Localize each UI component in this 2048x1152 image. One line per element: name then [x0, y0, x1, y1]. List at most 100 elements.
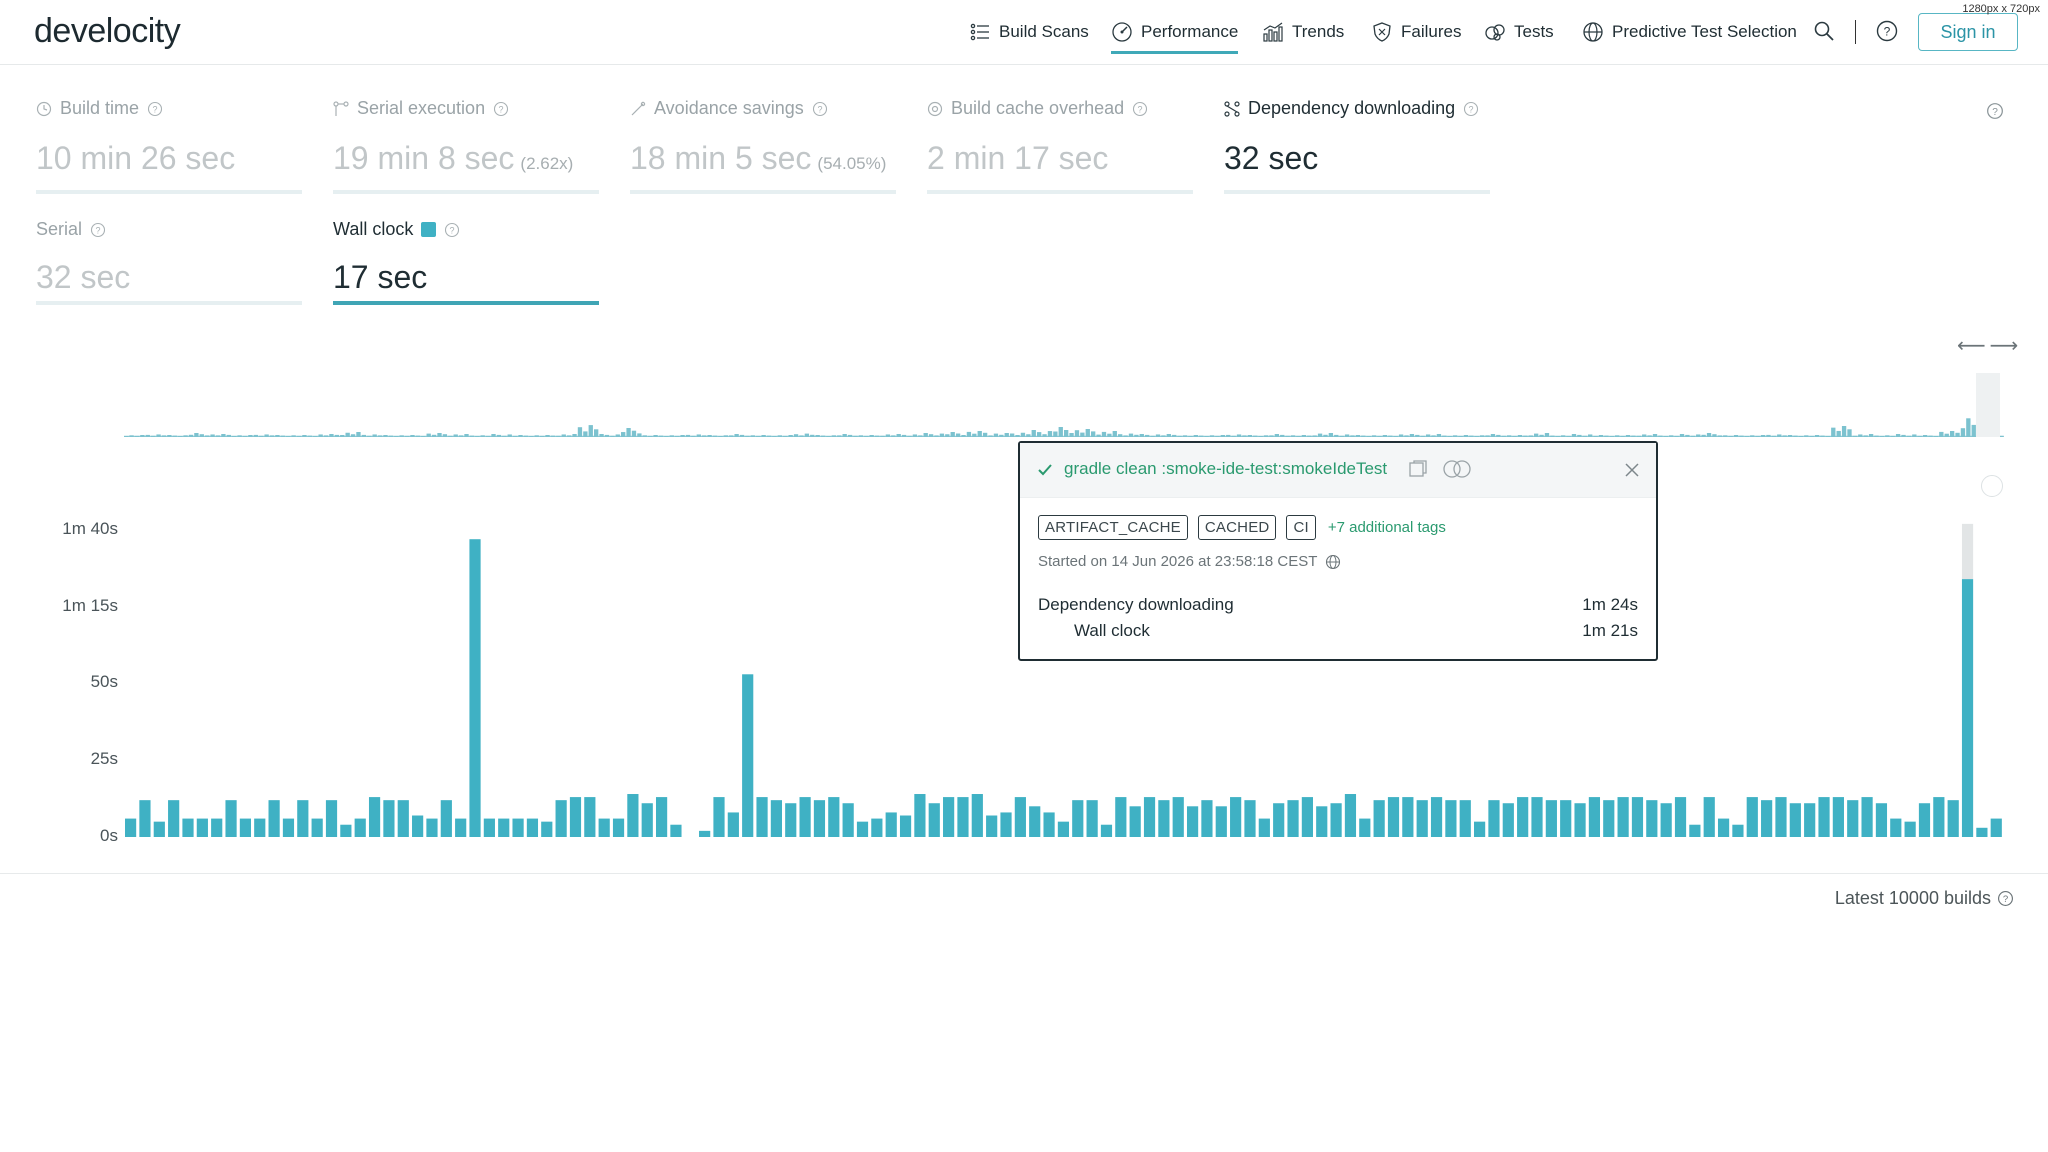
- chart-bar[interactable]: [1316, 806, 1328, 837]
- nav-failures[interactable]: Failures: [1371, 0, 1461, 64]
- chart-bar[interactable]: [799, 797, 811, 837]
- chart-bar[interactable]: [1804, 803, 1816, 837]
- chart-bar[interactable]: [1961, 579, 1974, 837]
- chart-bar[interactable]: [1775, 797, 1787, 837]
- chart-bar[interactable]: [368, 797, 381, 837]
- chart-bar[interactable]: [1717, 818, 1730, 837]
- chart-bar[interactable]: [957, 797, 969, 837]
- chart-bar[interactable]: [1301, 797, 1313, 837]
- chart-bar[interactable]: [1143, 797, 1156, 837]
- chart-bar[interactable]: [627, 794, 639, 837]
- sparkline-selection-window[interactable]: [1976, 373, 2000, 437]
- chart-bar[interactable]: [1933, 797, 1945, 837]
- chart-bar[interactable]: [139, 800, 151, 837]
- chart-bar[interactable]: [125, 818, 137, 837]
- help-icon[interactable]: ?: [1997, 890, 2014, 907]
- chart-bar[interactable]: [1258, 818, 1270, 837]
- nav-trends[interactable]: Trends: [1262, 0, 1344, 64]
- chart-bar[interactable]: [1904, 821, 1916, 837]
- nav-build-scans[interactable]: Build Scans: [969, 0, 1089, 64]
- nav-performance[interactable]: Performance: [1111, 0, 1239, 64]
- chart-bar[interactable]: [813, 800, 826, 837]
- help-icon[interactable]: ?: [812, 101, 828, 117]
- chart-bar[interactable]: [1287, 800, 1299, 837]
- search-icon[interactable]: [1813, 20, 1835, 42]
- metric-avoidance-savings[interactable]: Avoidance savings ? 18 min 5 sec (54.05%): [630, 98, 896, 194]
- chart-bar[interactable]: [1387, 797, 1400, 837]
- chart-bar[interactable]: [268, 800, 280, 837]
- chart-bar[interactable]: [713, 797, 725, 837]
- metric-serial[interactable]: Serial ? 32 sec: [36, 219, 302, 305]
- chart-bar[interactable]: [168, 800, 180, 837]
- tag-badge[interactable]: CI: [1286, 515, 1316, 540]
- chart-bar[interactable]: [426, 818, 438, 837]
- chart-bar[interactable]: [770, 800, 782, 837]
- tag-badge[interactable]: ARTIFACT_CACHE: [1038, 515, 1188, 540]
- metric-build-cache-overhead[interactable]: Build cache overhead ? 2 min 17 sec: [927, 98, 1193, 194]
- chart-bar[interactable]: [1703, 797, 1715, 837]
- chart-bar[interactable]: [1617, 797, 1629, 837]
- chart-bar[interactable]: [1086, 800, 1098, 837]
- help-icon[interactable]: ?: [147, 101, 163, 117]
- chart-bar[interactable]: [1861, 797, 1873, 837]
- help-icon[interactable]: ?: [493, 101, 509, 117]
- chart-bar[interactable]: [1832, 797, 1844, 837]
- chart-bar[interactable]: [971, 794, 983, 837]
- chart-bar[interactable]: [1115, 797, 1127, 837]
- chart-bar[interactable]: [1990, 818, 2002, 837]
- help-icon[interactable]: ?: [1986, 102, 2004, 120]
- chart-bar[interactable]: [1517, 797, 1529, 837]
- chart-bar[interactable]: [196, 818, 208, 837]
- chart-bar[interactable]: [541, 821, 553, 837]
- nav-predictive-test-selection[interactable]: Predictive Test Selection: [1582, 0, 1797, 64]
- chart-bar[interactable]: [1445, 800, 1457, 837]
- chart-bar[interactable]: [1574, 803, 1586, 837]
- chart-bar[interactable]: [469, 539, 481, 837]
- chart-bar[interactable]: [354, 818, 366, 837]
- chart-bar[interactable]: [856, 821, 869, 837]
- chart-bar[interactable]: [254, 818, 266, 837]
- chart-bar[interactable]: [871, 818, 883, 837]
- chart-bar[interactable]: [1043, 812, 1055, 837]
- nav-tests[interactable]: Tests: [1484, 0, 1554, 64]
- chart-bar[interactable]: [699, 830, 711, 837]
- chart-bar[interactable]: [211, 818, 223, 837]
- chart-bar[interactable]: [1890, 818, 1902, 837]
- chart-bar[interactable]: [412, 815, 424, 837]
- chart-bar[interactable]: [1014, 797, 1026, 837]
- chart-bar[interactable]: [899, 815, 912, 837]
- chart-bar[interactable]: [1244, 800, 1256, 837]
- chart-bar[interactable]: [1976, 827, 1988, 837]
- chart-bar[interactable]: [1789, 803, 1801, 837]
- chart-bar[interactable]: [1373, 800, 1385, 837]
- help-icon[interactable]: ?: [90, 222, 106, 238]
- chart-bar[interactable]: [569, 797, 582, 837]
- chart-bar[interactable]: [455, 818, 467, 837]
- chart-bar[interactable]: [1416, 800, 1428, 837]
- chart-bar[interactable]: [943, 797, 955, 837]
- chart-bar[interactable]: [986, 815, 998, 837]
- chart-bar[interactable]: [742, 674, 754, 837]
- help-icon[interactable]: ?: [1876, 20, 1898, 42]
- chart-bar[interactable]: [1603, 800, 1615, 837]
- chart-bar[interactable]: [641, 803, 653, 837]
- chart-bar[interactable]: [842, 803, 854, 837]
- chart-bar[interactable]: [1057, 821, 1070, 837]
- chart-bar[interactable]: [311, 818, 323, 837]
- chart-bar[interactable]: [282, 818, 295, 837]
- chart-bar[interactable]: [612, 818, 625, 837]
- metric-wall-clock[interactable]: Wall clock ? 17 sec: [333, 219, 599, 305]
- chart-bar[interactable]: [655, 797, 668, 837]
- chart-bar[interactable]: [1000, 812, 1012, 837]
- help-icon[interactable]: ?: [1132, 101, 1148, 117]
- chart-bar[interactable]: [1488, 800, 1500, 837]
- tag-badge[interactable]: CACHED: [1197, 515, 1277, 540]
- chart-bar[interactable]: [1100, 824, 1113, 837]
- help-icon[interactable]: ?: [1463, 101, 1479, 117]
- chart-bar[interactable]: [1201, 800, 1213, 837]
- chart-bar[interactable]: [239, 818, 252, 837]
- open-scan-icon[interactable]: [1408, 459, 1428, 479]
- chart-bar[interactable]: [397, 800, 409, 837]
- chart-bar[interactable]: [598, 818, 610, 837]
- chart-bar[interactable]: [325, 800, 338, 837]
